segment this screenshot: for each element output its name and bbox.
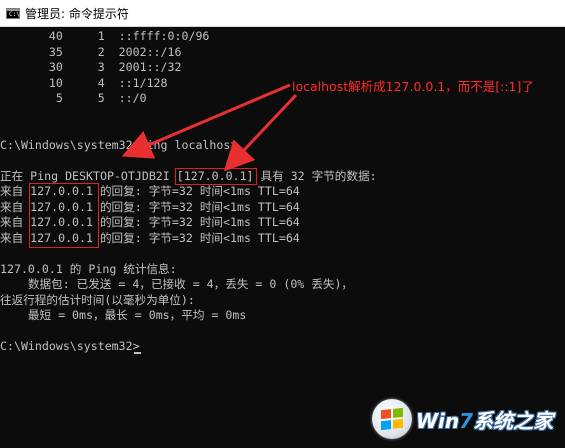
flag-yellow-pane	[393, 418, 403, 429]
highlight-ip-box	[175, 168, 257, 185]
annotation-label: localhost解析成127.0.0.1，而不是[::1]了	[292, 79, 534, 94]
windows-flag-icon	[381, 407, 403, 431]
title-bar[interactable]: C:\ 管理员: 命令提示符	[0, 0, 565, 27]
watermark-win: Win	[416, 408, 460, 433]
flag-blue-pane	[381, 420, 391, 431]
console-line: C:\Windows\system32>	[0, 339, 140, 353]
text-cursor	[134, 352, 141, 354]
windows-logo-icon	[372, 399, 412, 439]
watermark-seven: 7	[459, 408, 474, 433]
watermark-site: 系统之家	[473, 408, 554, 433]
window-title: 管理员: 命令提示符	[25, 6, 129, 21]
cmd-icon: C:\	[6, 7, 20, 19]
console-line: 35 2 2002::/16	[0, 44, 182, 59]
console-line: 40 1 ::ffff:0:0/96	[0, 29, 210, 43]
console-line: 最短 = 0ms，最长 = 0ms，平均 = 0ms	[0, 308, 247, 322]
watermark-logo: Win7系统之家	[372, 395, 562, 443]
watermark-text: Win7系统之家	[416, 405, 553, 434]
console-line: 127.0.0.1 的 Ping 统计信息:	[0, 261, 177, 276]
console-line: C:\Windows\system32>ping localhost	[0, 137, 238, 152]
flag-green-pane	[393, 407, 403, 418]
console-line: 10 4 ::1/128	[0, 75, 168, 90]
console-line: 5 5 ::/0	[0, 91, 147, 105]
console-line: 往返行程的估计时间(以毫秒为单位):	[0, 292, 195, 307]
console-line: 数据包: 已发送 = 4，已接收 = 4，丢失 = 0 (0% 丢失)，	[0, 277, 354, 291]
cmd-icon-glyph: C:\	[9, 10, 20, 18]
highlight-reply-box	[29, 183, 99, 248]
console-line: 30 3 2001::/32	[0, 60, 182, 74]
flag-red-pane	[381, 409, 391, 420]
